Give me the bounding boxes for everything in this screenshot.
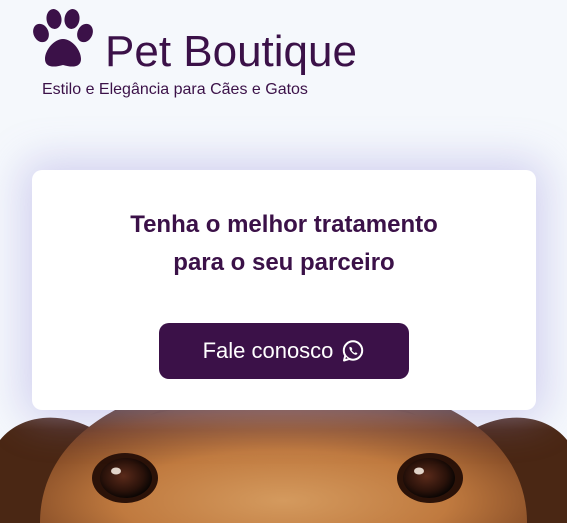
hero-headline: Tenha o melhor tratamento para o seu par…	[32, 206, 536, 282]
headline-line-2: para o seu parceiro	[173, 249, 395, 276]
contact-button[interactable]: Fale conosco	[159, 323, 409, 379]
paw-icon	[33, 9, 93, 67]
headline-line-1: Tenha o melhor tratamento	[130, 211, 438, 238]
whatsapp-icon	[343, 340, 364, 362]
site-header: Pet Boutique Estilo e Elegância para Cãe…	[0, 0, 567, 110]
brand-name[interactable]: Pet Boutique	[105, 30, 357, 74]
hero-card: Tenha o melhor tratamento para o seu par…	[32, 170, 536, 410]
brand-tagline: Estilo e Elegância para Cães e Gatos	[42, 81, 308, 98]
contact-button-label: Fale conosco	[202, 338, 334, 363]
